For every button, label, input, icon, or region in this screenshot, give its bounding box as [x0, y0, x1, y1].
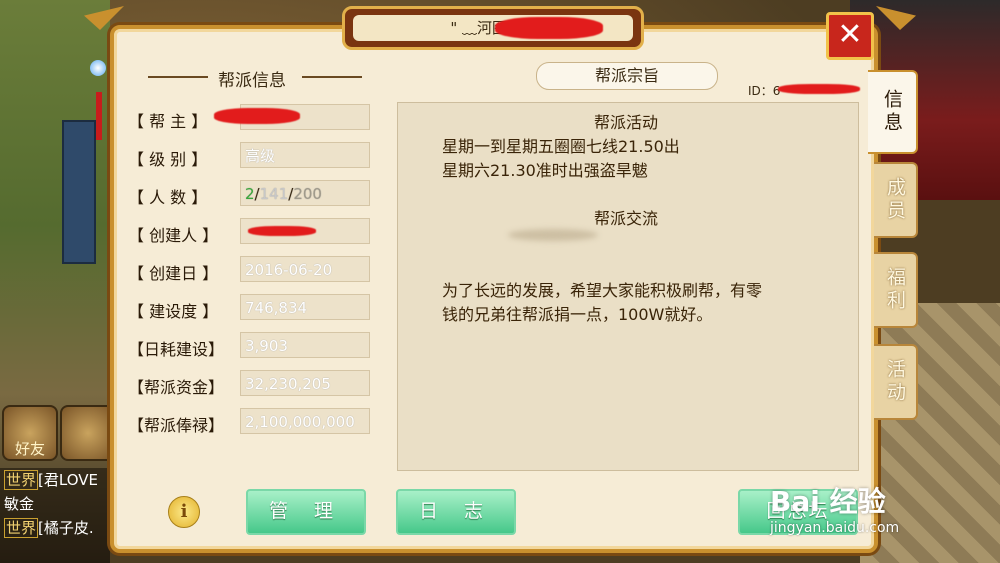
chat-line: 敏金 [0, 492, 110, 516]
guild-id: ID：6 [748, 84, 781, 98]
tab-activities[interactable]: 活动 [874, 344, 918, 420]
guild-announcement: 帮派活动 星期一到星期五圈圈七线21.50出 星期六21.30准时出强盗旱魃 帮… [397, 102, 859, 471]
redaction-mark [778, 84, 860, 94]
close-button[interactable]: ✕ [826, 12, 874, 60]
announcement-heading-activities: 帮派活动 [594, 113, 659, 132]
ornament-bead-icon [90, 60, 106, 76]
redaction-mark [495, 17, 603, 39]
row-value-funds: 32,230,205 [240, 370, 370, 396]
row-value-salary: 2,100,000,000 [240, 408, 370, 434]
log-button[interactable]: 日 志 [396, 489, 516, 535]
manage-button[interactable]: 管 理 [246, 489, 366, 535]
chat-text: [橘子皮. [38, 519, 94, 537]
row-label-created-date: 【 创建日 】 [128, 264, 219, 283]
redaction-mark [248, 226, 316, 236]
scene-banner [62, 120, 96, 264]
row-label-creator: 【 创建人 】 [128, 226, 219, 245]
header-divider-right [302, 76, 362, 78]
tab-members[interactable]: 成员 [874, 162, 918, 238]
baidu-watermark: Bai 经验 [770, 485, 886, 518]
member-count: 141 [259, 185, 289, 203]
announcement-line: 星期一到星期五圈圈七线21.50出 [442, 137, 680, 156]
row-value-members: 2/141/200 [240, 180, 370, 206]
tab-welfare[interactable]: 福利 [874, 252, 918, 328]
row-label-construction: 【 建设度 】 [128, 302, 219, 321]
announcement-heading-exchange: 帮派交流 [594, 209, 659, 228]
chat-line: 世界 [橘子皮. [0, 516, 110, 540]
tab-info[interactable]: 信息 [868, 70, 918, 154]
guild-name-plate: " ﹏河图...... [342, 6, 644, 50]
row-label-level: 【 级 别 】 [128, 150, 208, 169]
close-icon: ✕ [837, 17, 863, 52]
chat-log: 世界 [君LOVE 敏金 世界 [橘子皮. [0, 468, 110, 563]
row-label-daily-cost: 【日耗建设】 [128, 340, 225, 359]
row-value-created-date: 2016-06-20 [240, 256, 370, 282]
row-label-funds: 【帮派资金】 [128, 378, 225, 397]
friends-label: 好友 [14, 440, 45, 458]
member-online-count: 2 [245, 185, 255, 203]
ornament-tassel [96, 92, 102, 140]
chat-channel-tag: 世界 [4, 470, 39, 490]
row-value-daily-cost: 3,903 [240, 332, 370, 358]
chat-text: 敏金 [4, 495, 35, 513]
blurred-content [508, 229, 598, 241]
info-icon[interactable]: i [168, 496, 200, 528]
announcement-line: 星期六21.30准时出强盗旱魃 [442, 161, 648, 180]
member-max: 200 [293, 185, 322, 203]
baidu-watermark-url: jingyan.baidu.com [770, 520, 900, 536]
row-value-level: 高级 [240, 142, 370, 168]
announcement-paragraph: 为了长远的发展，希望大家能积极刷帮，有零 [442, 281, 763, 300]
header-divider-left [148, 76, 208, 78]
redaction-mark [214, 108, 300, 124]
friends-button[interactable]: 好友 [2, 405, 58, 461]
row-value-construction: 746,834 [240, 294, 370, 320]
announcement-paragraph: 钱的兄弟往帮派捐一点，100W就好。 [442, 305, 713, 324]
section-title-info: 帮派信息 [218, 71, 286, 91]
chat-line: 世界 [君LOVE [0, 468, 110, 492]
chat-bubble-icon[interactable] [60, 405, 116, 461]
row-label-salary: 【帮派俸禄】 [128, 416, 225, 435]
chat-text: [君LOVE [38, 471, 98, 489]
row-label-members: 【 人 数 】 [128, 188, 208, 207]
guild-purpose-button[interactable]: 帮派宗旨 [536, 62, 718, 90]
chat-channel-tag: 世界 [4, 518, 39, 538]
